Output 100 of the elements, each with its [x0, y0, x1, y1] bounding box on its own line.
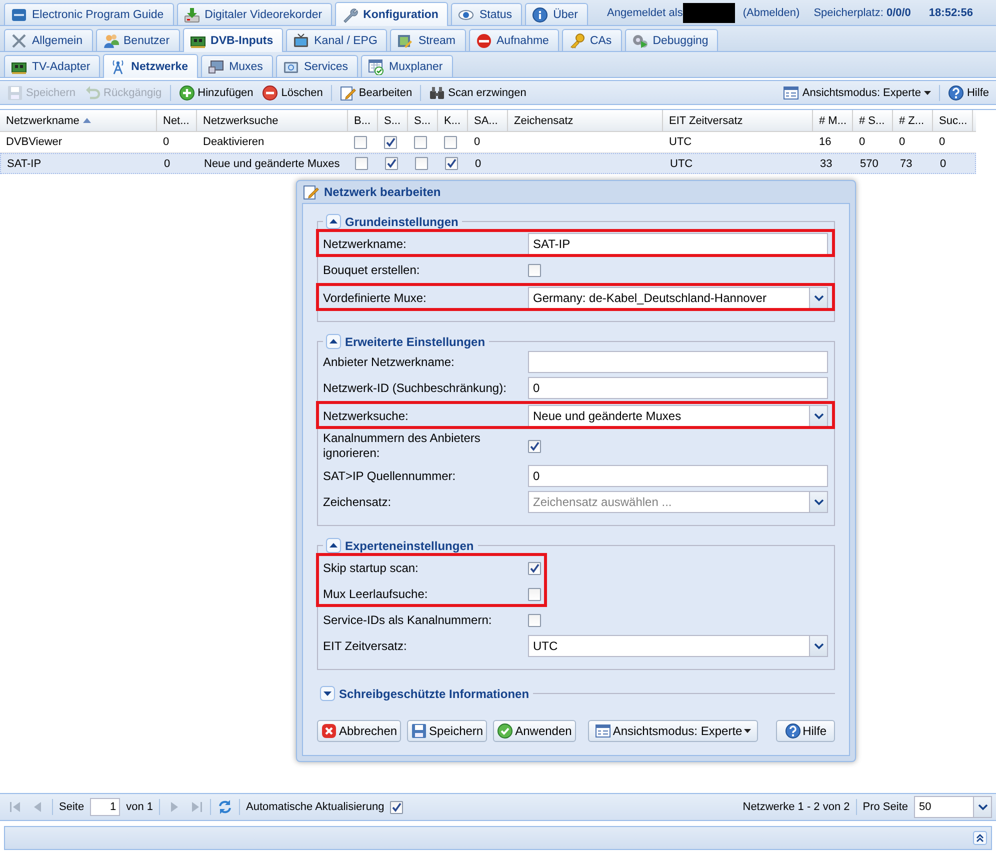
expand-icon — [320, 686, 335, 701]
field-label: Anbieter Netzwerkname: — [323, 354, 456, 370]
tab[interactable]: Konfiguration — [335, 2, 448, 26]
caret-icon — [814, 498, 824, 506]
pencil-icon — [340, 84, 356, 100]
checkbox[interactable] — [444, 136, 457, 148]
field-label: Mux Leerlaufsuche: — [323, 586, 429, 602]
table-cell: 0 — [899, 136, 906, 148]
help-button[interactable]: Hilfe — [776, 720, 835, 742]
column-header[interactable]: EIT Zeitversatz — [669, 114, 743, 126]
tab[interactable]: Benutzer — [96, 29, 180, 51]
toolbar-button[interactable]: Scan erzwingen — [426, 82, 530, 102]
tab[interactable]: Aufnahme — [468, 29, 559, 51]
tab[interactable]: Muxes — [201, 55, 273, 77]
tab[interactable]: Allgemein — [4, 29, 92, 51]
chevrons-up-icon — [973, 831, 987, 845]
tab[interactable]: Services — [276, 55, 358, 77]
dropdown-field[interactable]: UTC — [528, 635, 828, 657]
toolbar-button[interactable]: Hinzufügen — [176, 82, 256, 102]
column-header[interactable]: Zeichensatz — [514, 114, 574, 126]
text-field[interactable]: SAT-IP — [528, 233, 828, 255]
tab[interactable]: DVB-Inputs — [182, 28, 284, 52]
field-label: Netzwerksuche: — [323, 408, 410, 424]
table-cell: UTC — [669, 136, 692, 148]
dialog-button[interactable]: Anwenden — [493, 720, 576, 742]
text-field[interactable]: 0 — [528, 377, 828, 399]
tab[interactable]: Kanal / EPG — [286, 29, 388, 51]
tab[interactable]: Netzwerke — [103, 54, 198, 78]
dropdown-field[interactable]: Neue und geänderte Muxes — [528, 405, 828, 427]
dropdown-field[interactable]: Zeichensatz auswählen ... — [528, 491, 828, 513]
tab[interactable]: Status — [451, 3, 522, 25]
field-label: Service-IDs als Kanalnummern: — [323, 612, 493, 628]
checkbox[interactable] — [528, 440, 541, 452]
table-row[interactable]: SAT-IP 0 Neue und geänderte Muxes 0 UTC 33 570 73 0 — [0, 153, 976, 174]
tab[interactable]: Electronic Program Guide — [4, 3, 174, 25]
tab[interactable]: CAs — [562, 29, 622, 51]
tab[interactable]: TV-Adapter — [4, 55, 100, 77]
checkbox[interactable] — [385, 157, 398, 170]
dropdown-field[interactable]: Germany: de-Kabel_Deutschland-Hannover — [528, 287, 828, 309]
floppy-icon — [7, 84, 23, 100]
column-header[interactable]: S... — [384, 114, 401, 126]
table-cell: 16 — [819, 136, 832, 148]
checkbox[interactable] — [415, 157, 428, 170]
column-header[interactable]: K... — [444, 114, 461, 126]
dialog-button[interactable]: Speichern — [407, 720, 488, 742]
binoculars-icon — [429, 84, 446, 100]
tab[interactable]: Debugging — [624, 29, 718, 51]
table-cell: 0 — [939, 136, 946, 148]
page-field[interactable]: 1 — [90, 798, 120, 816]
calendar-icon — [368, 58, 384, 74]
toolbar-button[interactable]: Bearbeiten — [336, 82, 416, 102]
checkbox[interactable] — [355, 157, 368, 170]
checkbox[interactable] — [445, 157, 458, 170]
expand-button[interactable] — [320, 686, 335, 701]
view-mode-button[interactable]: Ansichtsmodus: Experte — [588, 720, 758, 742]
column-header[interactable]: S... — [414, 114, 431, 126]
tab[interactable]: Stream — [390, 29, 466, 51]
help-button[interactable]: Hilfe — [944, 82, 992, 102]
column-header[interactable]: Net... — [163, 114, 190, 126]
column-header[interactable]: # Z... — [899, 114, 924, 126]
checkbox[interactable] — [528, 562, 541, 574]
checkbox[interactable] — [528, 264, 541, 276]
column-header[interactable]: SA... — [474, 114, 498, 126]
column-header[interactable]: B... — [354, 114, 371, 126]
column-header[interactable]: Netzwerkname — [6, 114, 80, 126]
tab[interactable]: Muxplaner — [361, 55, 453, 77]
checkbox[interactable] — [390, 800, 404, 814]
wrench-icon — [342, 6, 358, 22]
column-header[interactable]: Suc... — [939, 114, 968, 126]
view-mode-button[interactable]: Ansichtsmodus: Experte — [780, 82, 934, 102]
tab[interactable]: Digitaler Videorekorder — [176, 3, 332, 25]
column-header[interactable]: # M... — [819, 114, 847, 126]
per-page-label: Pro Seite — [862, 801, 908, 813]
caret-icon — [814, 642, 824, 650]
checkbox[interactable] — [528, 614, 541, 626]
per-page-dropdown[interactable]: 50 — [914, 796, 992, 818]
field-label: Bouquet erstellen: — [323, 262, 421, 278]
column-header[interactable]: # S... — [859, 114, 885, 126]
storage-info: Speicherplatz: 0/0/0 — [814, 7, 911, 19]
checkbox[interactable] — [528, 588, 541, 600]
logout-link[interactable]: (Abmelden) — [742, 7, 800, 19]
field-label: Netzwerkname: — [323, 236, 408, 252]
collapse-button[interactable] — [326, 538, 341, 553]
check-circle-icon — [497, 723, 514, 739]
tools-icon — [11, 32, 27, 48]
checkbox[interactable] — [354, 136, 367, 148]
text-field[interactable]: 0 — [528, 465, 828, 487]
caret-icon — [978, 804, 988, 810]
toolbar-button[interactable]: Löschen — [259, 82, 326, 102]
text-field[interactable] — [528, 351, 828, 373]
list-icon — [594, 723, 611, 739]
column-header[interactable]: Netzwerksuche — [203, 114, 278, 126]
dialog-button[interactable]: Abbrechen — [317, 720, 402, 742]
checkbox[interactable] — [384, 136, 397, 148]
collapse-icon — [326, 334, 341, 349]
tab[interactable]: Über — [525, 3, 588, 25]
checkbox[interactable] — [414, 136, 427, 148]
cancel-icon — [321, 723, 337, 739]
collapse-button[interactable] — [326, 214, 341, 229]
collapse-button[interactable] — [326, 334, 341, 349]
